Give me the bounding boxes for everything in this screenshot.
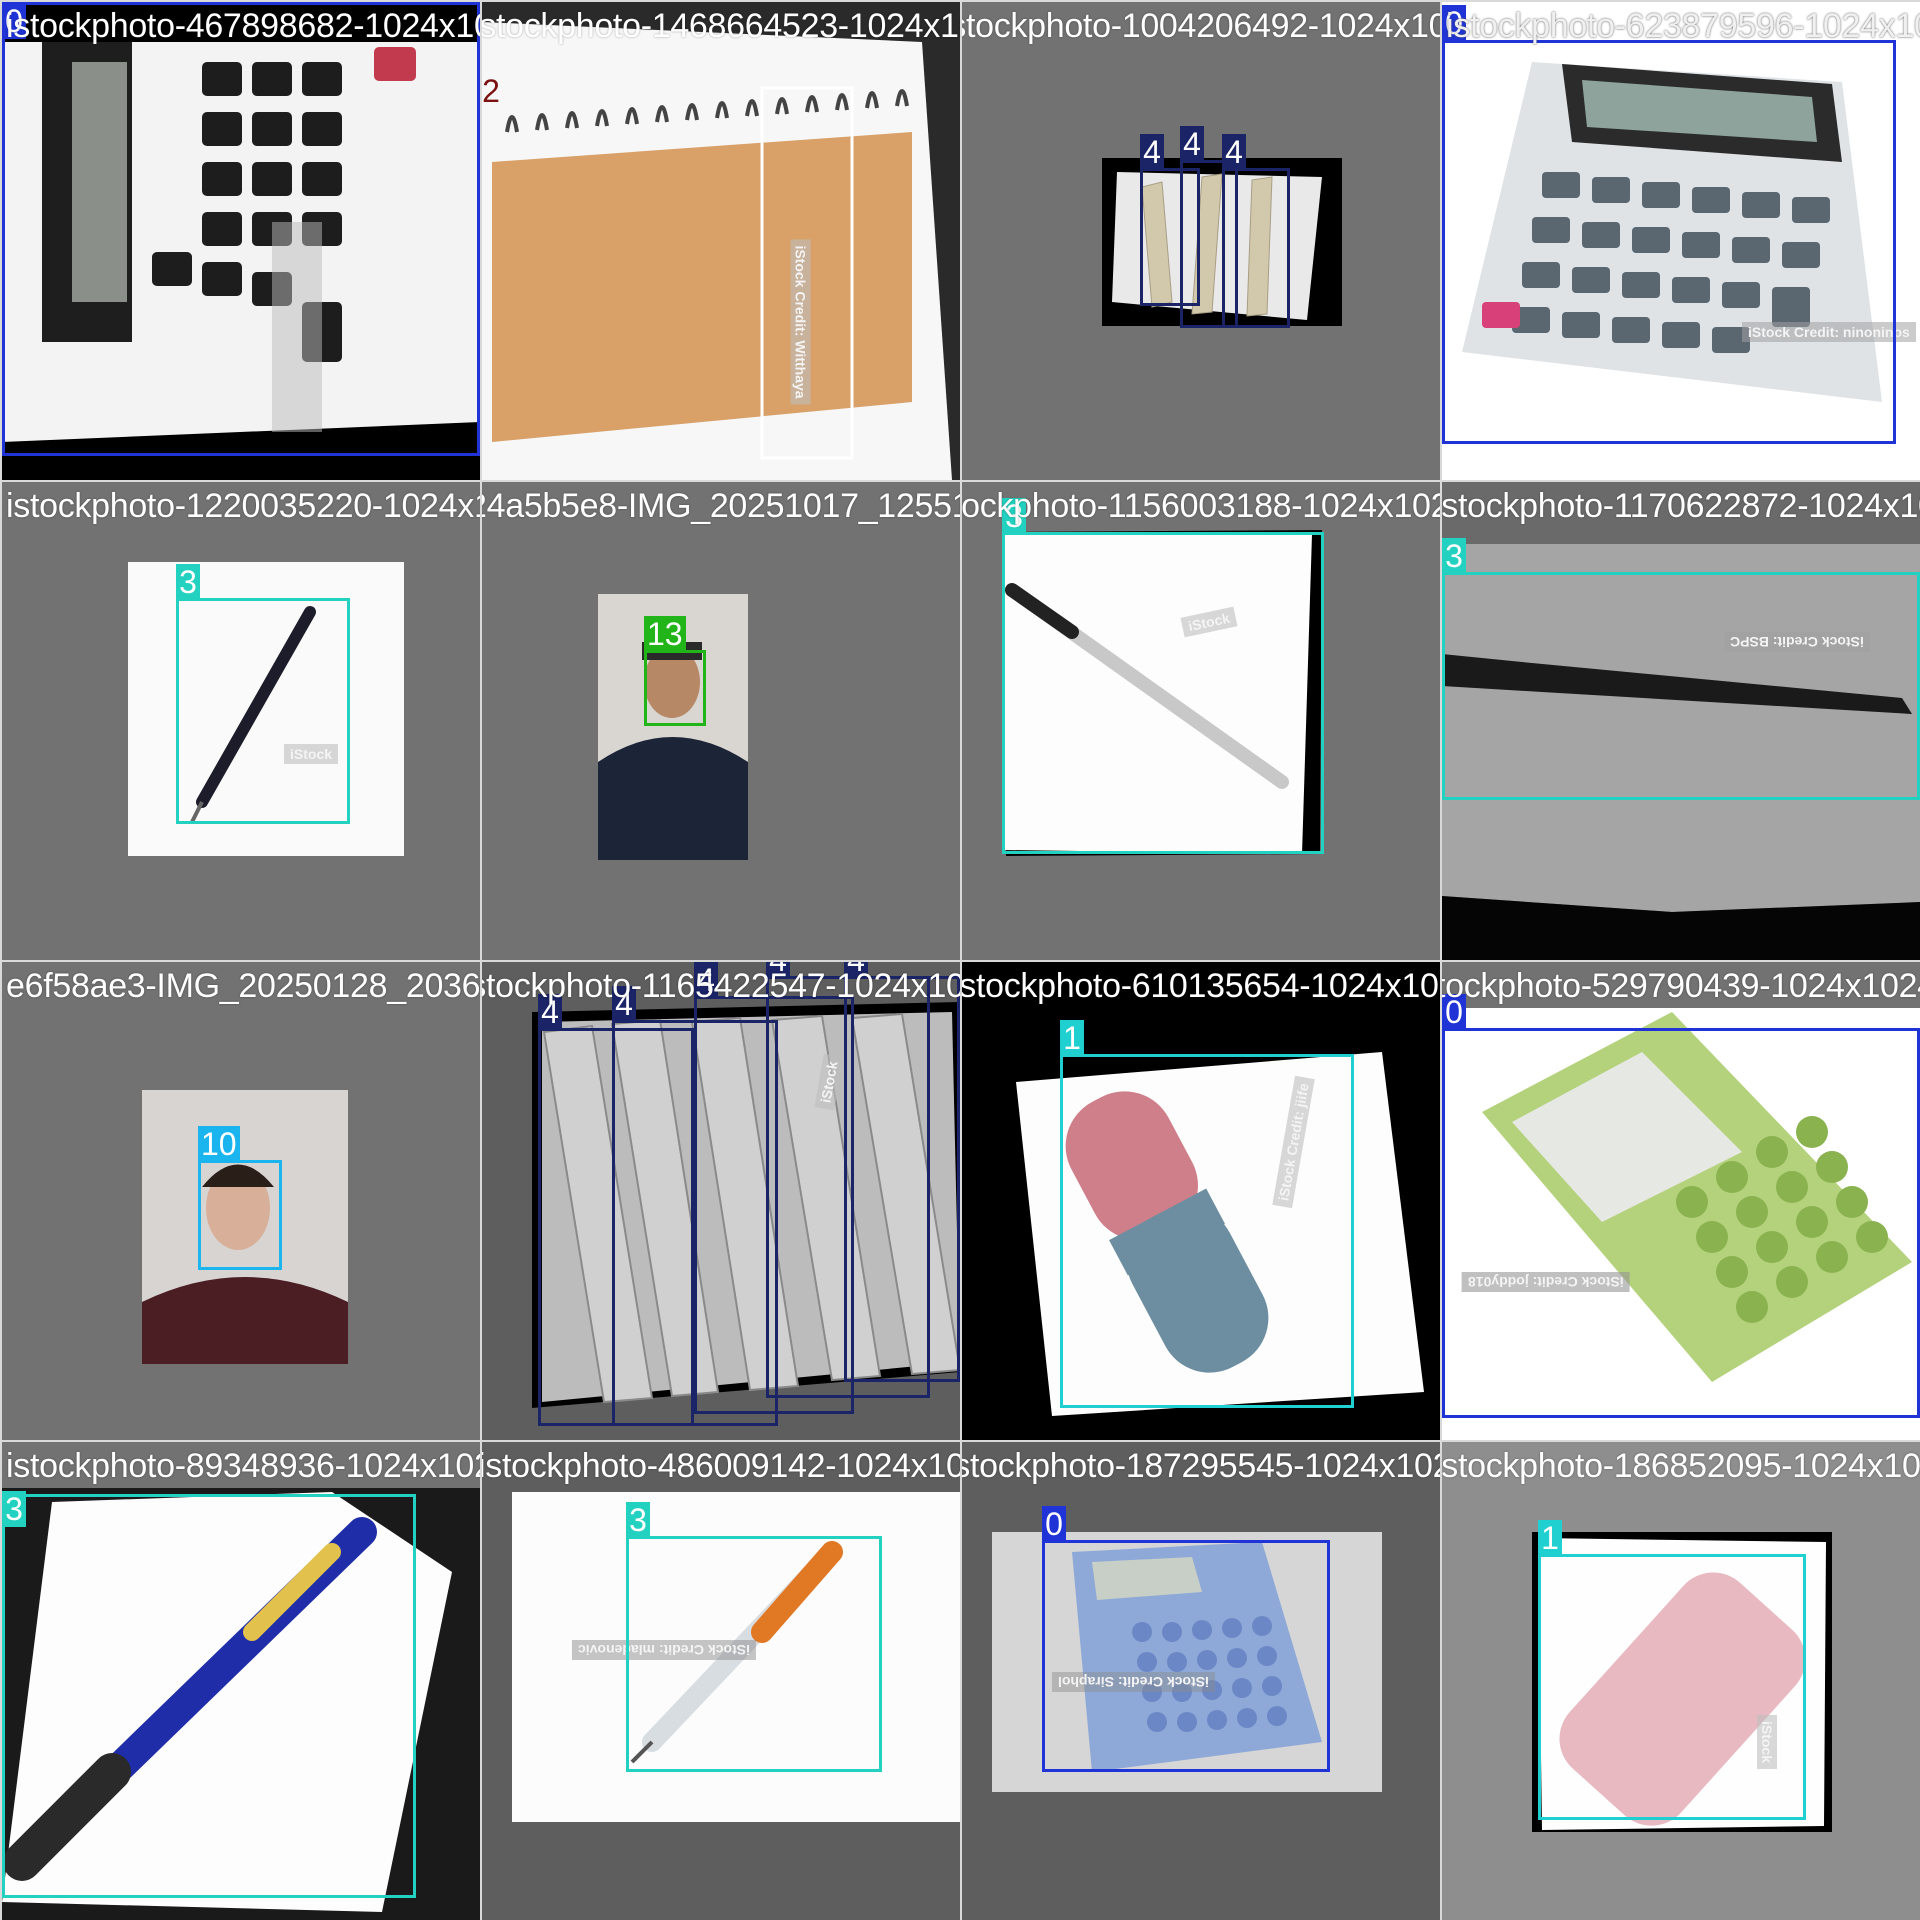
tile-title: istockphoto-187295545-1024x1024.jpg [962,1447,1440,1485]
class-label: 3 [2,1491,26,1527]
tile-title: istockphoto-1165422547-1024x1024.jpg [482,967,960,1005]
class-label: 4 [1140,134,1164,170]
class-label: 13 [644,616,686,652]
detection-box: 0 [1442,994,1920,1418]
tile-calculator-green: istockphoto-529790439-1024x1024.jpg iSto… [1442,962,1920,1440]
class-label: 10 [198,1126,240,1162]
class-label: 1 [1538,1520,1562,1556]
tile-title: istockphoto-89348936-1024x1024.jpg [6,1447,480,1485]
class-label: 4 [1222,134,1246,170]
tile-title: istockphoto-610135654-1024x1024.jpg [962,967,1440,1005]
tile-pen-fountain: istockphoto-1170622872-1024x1024.jpg iSt… [1442,482,1920,960]
tile-title: istockphoto-1156003188-1024x1024.jpg [962,487,1440,525]
notebook-photo [482,22,952,480]
batch-mosaic: istockphoto-467898682-1024x1024.jpg 0 is… [0,0,1920,1920]
tile-calculator-grey: istockphoto-623879596-1024x1024.jpg iSto… [1442,2,1920,480]
detection-box: 3 [2,1491,416,1898]
tile-title: istockphoto-186852095-1024x1024.jpg [1442,1447,1920,1485]
tile-calculator-closeup: istockphoto-467898682-1024x1024.jpg 0 [2,2,480,480]
tile-calculator-blue: istockphoto-187295545-1024x1024.jpg iSto… [962,1442,1440,1920]
portrait-photo [598,594,748,860]
detection-box: 0 [1442,5,1896,444]
tile-title: istockphoto-529790439-1024x1024.jpg [1442,967,1920,1005]
tile-pen-silver: istockphoto-1156003188-1024x1024.jpg iSt… [962,482,1440,960]
tile-pen-blue: istockphoto-89348936-1024x1024.jpg 3 [2,1442,480,1920]
tile-title: istockphoto-1004206492-1024x1024.jpg [962,7,1440,45]
tile-title: istockphoto-467898682-1024x1024.jpg [6,7,480,45]
detection-box: 0 [2,2,480,456]
class-label: 0 [1042,1506,1066,1542]
tile-notebook: istockphoto-1468664523-1024x1024.jpg iSt… [482,2,960,480]
tile-pen-black: istockphoto-1220035220-1024x1024.jpg iSt… [2,482,480,960]
tile-title: istockphoto-623879596-1024x1024.jpg [1446,7,1920,45]
class-label: 4 [1180,126,1204,162]
detection-box: 1 [1060,1020,1354,1408]
tile-eraser-pink: istockphoto-186852095-1024x1024.jpg iSto… [1442,1442,1920,1920]
tile-title: istockphoto-1220035220-1024x1024.jpg [6,487,480,525]
detection-box: 10 [198,1126,282,1270]
detection-box: 3 [1002,498,1324,854]
detection-box: 1 [1538,1520,1806,1820]
tile-title: e6f58ae3-IMG_20250128_203607.jpg [6,967,480,1005]
class-label: 3 [1442,538,1466,574]
tile-rulers-small: istockphoto-1004206492-1024x1024.jpg 4 4… [962,2,1440,480]
detection-box: 4 [844,962,960,1382]
tile-portrait-man: 24a5b5e8-IMG_20251017_125516.jpg 13 [482,482,960,960]
tile-title: istockphoto-486009142-1024x1024.jpg [482,1447,960,1485]
tile-title-overlap: istockphoto-1468664523-1024x1024.jpg [482,7,960,45]
detection-box: 3 [626,1502,882,1772]
detection-box: 3 [176,564,350,824]
detection-box: 4 [1222,134,1290,328]
watermark: iStock Credit: Witthaya [790,239,811,405]
tile-title: 24a5b5e8-IMG_20251017_125516.jpg [482,487,960,525]
detection-box: 0 [1042,1506,1330,1772]
tile-rulers-many: istockphoto-1165422547-1024x1024.jpg iSt… [482,962,960,1440]
tile-pen-orange: istockphoto-486009142-1024x1024.jpg iSto… [482,1442,960,1920]
detection-box: 13 [644,616,706,726]
class-label: 1 [1060,1020,1084,1056]
tile-title: istockphoto-1170622872-1024x1024.jpg [1442,487,1920,525]
tile-eraser-pinkblue: istockphoto-610135654-1024x1024.jpg iSto… [962,962,1440,1440]
class-label: 2 [482,73,500,109]
class-label: 3 [626,1502,650,1538]
detection-box: 3 [1442,538,1920,800]
class-label: 3 [176,564,200,600]
tile-portrait-young-man: e6f58ae3-IMG_20250128_203607.jpg 10 [2,962,480,1440]
